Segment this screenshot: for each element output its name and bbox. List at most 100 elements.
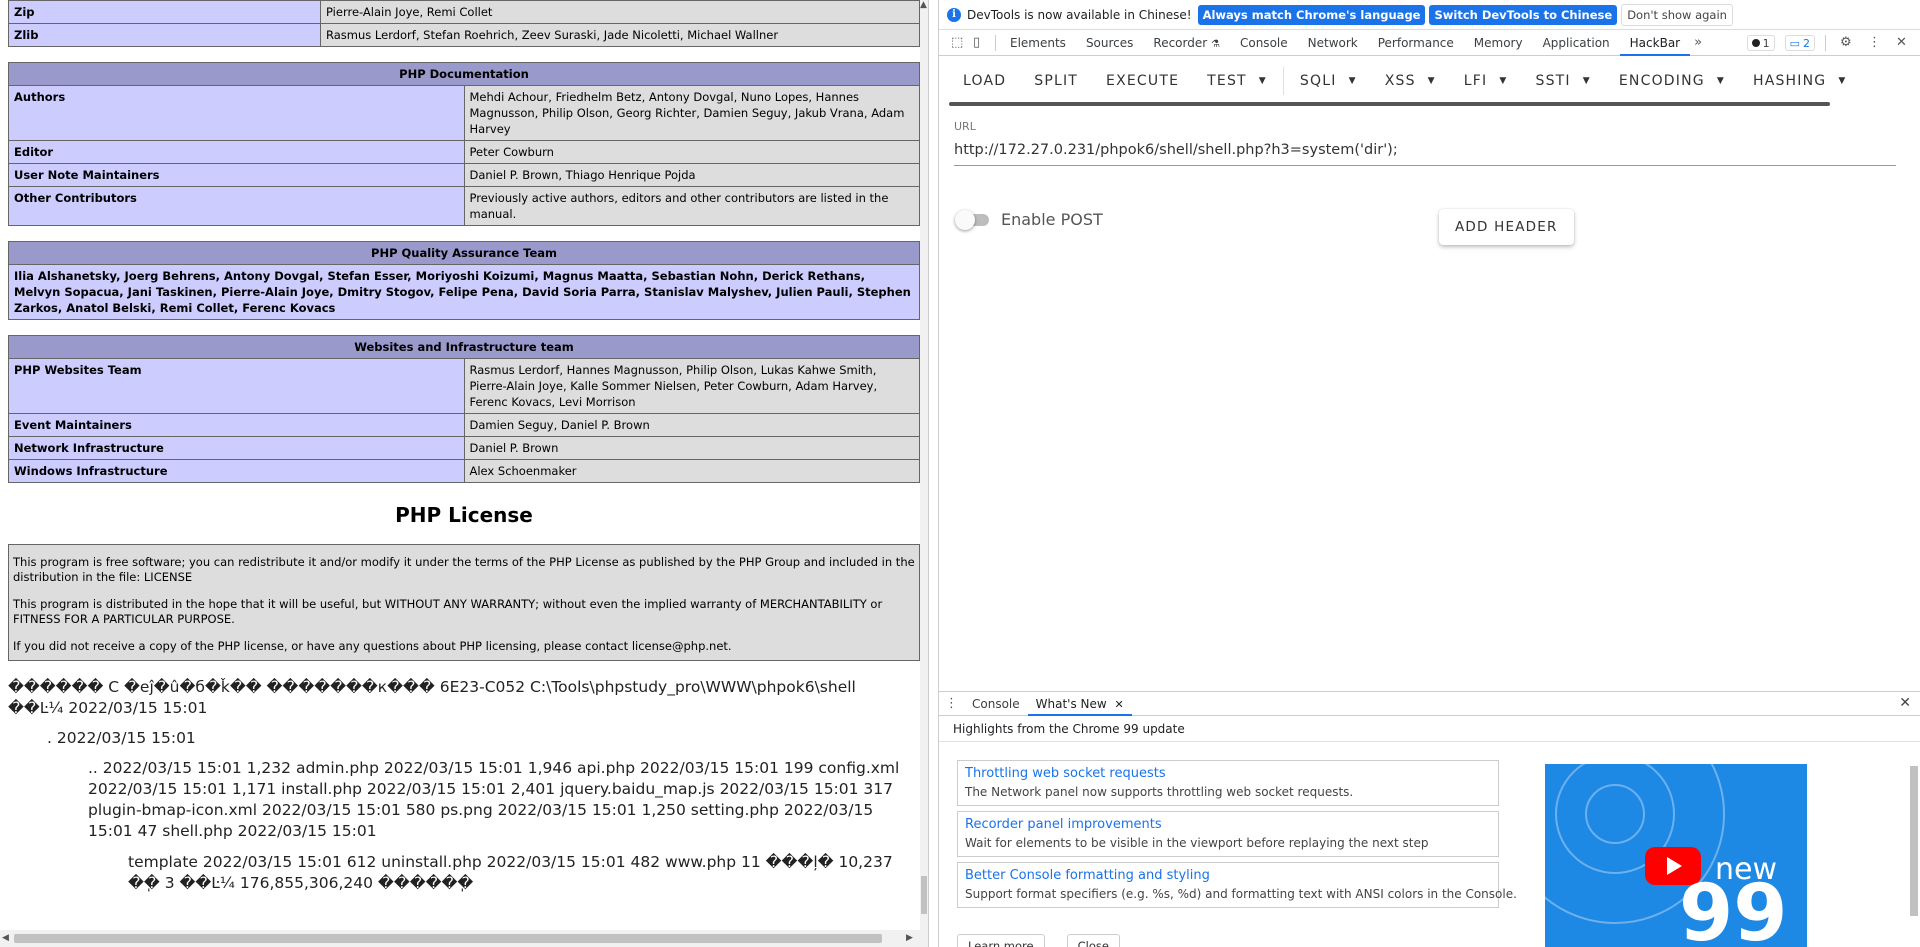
enable-post-toggle[interactable] <box>955 209 991 230</box>
table-row: Authors Mehdi Achour, Friedhelm Betz, Ant… <box>8 85 920 141</box>
news-item[interactable]: Throttling web socket requests The Netwo… <box>957 760 1499 806</box>
panel-splitter[interactable] <box>928 0 938 947</box>
drawer-menu-icon[interactable]: ⋮ <box>945 696 958 711</box>
scroll-left-arrow-icon[interactable]: ◀ <box>2 933 9 943</box>
lfi-menu-button[interactable]: LFI ▼ <box>1450 63 1522 99</box>
button-label: XSS <box>1384 73 1416 89</box>
qa-table: PHP Quality Assurance Team Ilia Alshanet… <box>8 241 920 320</box>
section-header: PHP Quality Assurance Team <box>8 241 920 265</box>
divider <box>1825 35 1826 51</box>
news-item[interactable]: Recorder panel improvements Wait for ele… <box>957 811 1499 857</box>
row-value: Previously active authors, editors and o… <box>463 186 920 226</box>
errors-badge[interactable]: 1 <box>1746 35 1775 51</box>
xss-menu-button[interactable]: XSS ▼ <box>1371 63 1450 99</box>
button-label: SQLI <box>1299 73 1337 89</box>
drawer-scroll-thumb[interactable] <box>1910 766 1918 916</box>
hackbar-toolbar: LOAD SPLIT EXECUTE TEST ▼ SQLI ▼ XSS ▼ LFI ▼… <box>939 56 1920 106</box>
scroll-up-arrow-icon[interactable]: ▲ <box>920 0 927 10</box>
row-value: Pierre-Alain Joye, Remi Collet <box>320 0 920 24</box>
table-row: Event Maintainers Damien Seguy, Daniel P.… <box>8 413 920 437</box>
switch-to-chinese-button[interactable]: Switch DevTools to Chinese <box>1429 4 1618 25</box>
settings-gear-icon[interactable]: ⚙ <box>1840 36 1854 50</box>
tab-label: What's New <box>1035 696 1107 711</box>
error-dot-icon <box>1751 39 1760 47</box>
more-options-icon[interactable]: ⋮ <box>1868 36 1882 50</box>
infobar-message: DevTools is now available in Chinese! <box>967 7 1192 22</box>
hashing-menu-button[interactable]: HASHING ▼ <box>1739 63 1861 99</box>
row-label: PHP Websites Team <box>8 358 465 414</box>
ssti-menu-button[interactable]: SSTI ▼ <box>1522 63 1605 99</box>
sqli-menu-button[interactable]: SQLI ▼ <box>1286 63 1371 99</box>
experiment-flask-icon: ⚗ <box>1211 38 1220 50</box>
close-tab-icon[interactable]: ✕ <box>1115 698 1124 711</box>
tab-memory[interactable]: Memory <box>1464 30 1533 56</box>
test-menu-button[interactable]: TEST ▼ <box>1193 63 1281 99</box>
credits-top-table: Zip Pierre-Alain Joye, Remi Collet Zlib Ra… <box>8 0 920 47</box>
news-item[interactable]: Better Console formatting and styling Su… <box>957 862 1517 908</box>
table-row: User Note Maintainers Daniel P. Brown, Th… <box>8 163 920 187</box>
tab-console[interactable]: Console <box>1230 30 1298 56</box>
caret-down-icon: ▼ <box>1716 76 1725 86</box>
license-title: PHP License <box>395 503 533 527</box>
add-header-button[interactable]: ADD HEADER <box>1439 209 1574 245</box>
table-row: Zlib Rasmus Lerdorf, Stefan Roehrich, Zee… <box>8 23 920 47</box>
execute-button[interactable]: EXECUTE <box>1092 63 1193 99</box>
toolbar-scrollbar[interactable] <box>949 102 1830 106</box>
row-label: Authors <box>8 85 465 141</box>
close-drawer-icon[interactable]: ✕ <box>1899 695 1911 711</box>
tab-elements[interactable]: Elements <box>1000 30 1076 56</box>
horizontal-scroll-thumb[interactable] <box>14 934 882 943</box>
output-line: template 2022/03/15 15:01 612 uninstall.… <box>128 853 893 892</box>
caret-down-icon: ▼ <box>1427 76 1436 86</box>
devtools-tabbar: ⬚ ▯ Elements Sources Recorder ⚗ Console … <box>939 30 1920 56</box>
documentation-table: PHP Documentation Authors Mehdi Achour, F… <box>8 62 920 226</box>
drawer-scrollbar[interactable] <box>1909 752 1919 947</box>
drawer-tab-console[interactable]: Console <box>964 692 1028 716</box>
tab-performance[interactable]: Performance <box>1368 30 1464 56</box>
caret-down-icon: ▼ <box>1582 76 1591 86</box>
inspect-element-icon[interactable]: ⬚ <box>951 35 965 50</box>
match-language-button[interactable]: Always match Chrome's language <box>1197 4 1426 25</box>
scroll-right-arrow-icon[interactable]: ▶ <box>906 933 913 943</box>
section-header: PHP Documentation <box>8 62 920 86</box>
row-value: Daniel P. Brown <box>463 436 920 460</box>
tab-recorder[interactable]: Recorder ⚗ <box>1143 30 1230 56</box>
tab-network[interactable]: Network <box>1298 30 1368 56</box>
chrome-99-video-thumbnail[interactable]: new 99 <box>1545 764 1807 947</box>
infrastructure-table: Websites and Infrastructure team PHP Web… <box>8 335 920 483</box>
enable-post-row: Enable POST <box>955 209 1103 230</box>
more-tabs-chevron-icon[interactable]: » <box>1694 35 1708 50</box>
device-toolbar-icon[interactable]: ▯ <box>973 35 987 50</box>
close-button[interactable]: Close <box>1066 934 1120 947</box>
tab-hackbar[interactable]: HackBar <box>1619 30 1691 56</box>
devtools-drawer: ⋮ Console What's New ✕ ✕ Highlights from… <box>939 691 1920 947</box>
button-label: ENCODING <box>1618 73 1705 89</box>
row-value: Peter Cowburn <box>463 140 920 164</box>
tab-sources[interactable]: Sources <box>1076 30 1143 56</box>
button-label: SSTI <box>1535 73 1571 89</box>
decorative-ring <box>1585 784 1645 844</box>
drawer-tab-whats-new[interactable]: What's New ✕ <box>1027 692 1132 716</box>
table-row: Network Infrastructure Daniel P. Brown <box>8 436 920 460</box>
promo-version-text: 99 <box>1679 869 1788 947</box>
learn-more-button[interactable]: Learn more <box>957 934 1045 947</box>
split-button[interactable]: SPLIT <box>1020 63 1092 99</box>
news-desc: Wait for elements to be visible in the v… <box>965 836 1429 850</box>
info-icon: i <box>947 7 961 22</box>
news-title[interactable]: Recorder panel improvements <box>965 816 1491 834</box>
load-button[interactable]: LOAD <box>949 63 1020 99</box>
encoding-menu-button[interactable]: ENCODING ▼ <box>1605 63 1739 99</box>
messages-badge[interactable]: ▭ 2 <box>1784 35 1815 51</box>
news-title[interactable]: Throttling web socket requests <box>965 765 1491 783</box>
license-paragraph: This program is free software; you can r… <box>13 555 915 584</box>
table-row: Zip Pierre-Alain Joye, Remi Collet <box>8 0 920 24</box>
vertical-scroll-thumb[interactable] <box>921 876 927 914</box>
qa-members: Ilia Alshanetsky, Joerg Behrens, Antony … <box>8 264 920 320</box>
url-input[interactable]: http://172.27.0.231/phpok6/shell/shell.p… <box>954 135 1896 166</box>
vertical-scrollbar[interactable] <box>920 0 928 930</box>
button-label: TEST <box>1207 73 1247 89</box>
tab-application[interactable]: Application <box>1533 30 1620 56</box>
news-title[interactable]: Better Console formatting and styling <box>965 867 1491 885</box>
dont-show-again-button[interactable]: Don't show again <box>1621 3 1733 26</box>
close-devtools-icon[interactable]: ✕ <box>1896 36 1910 50</box>
